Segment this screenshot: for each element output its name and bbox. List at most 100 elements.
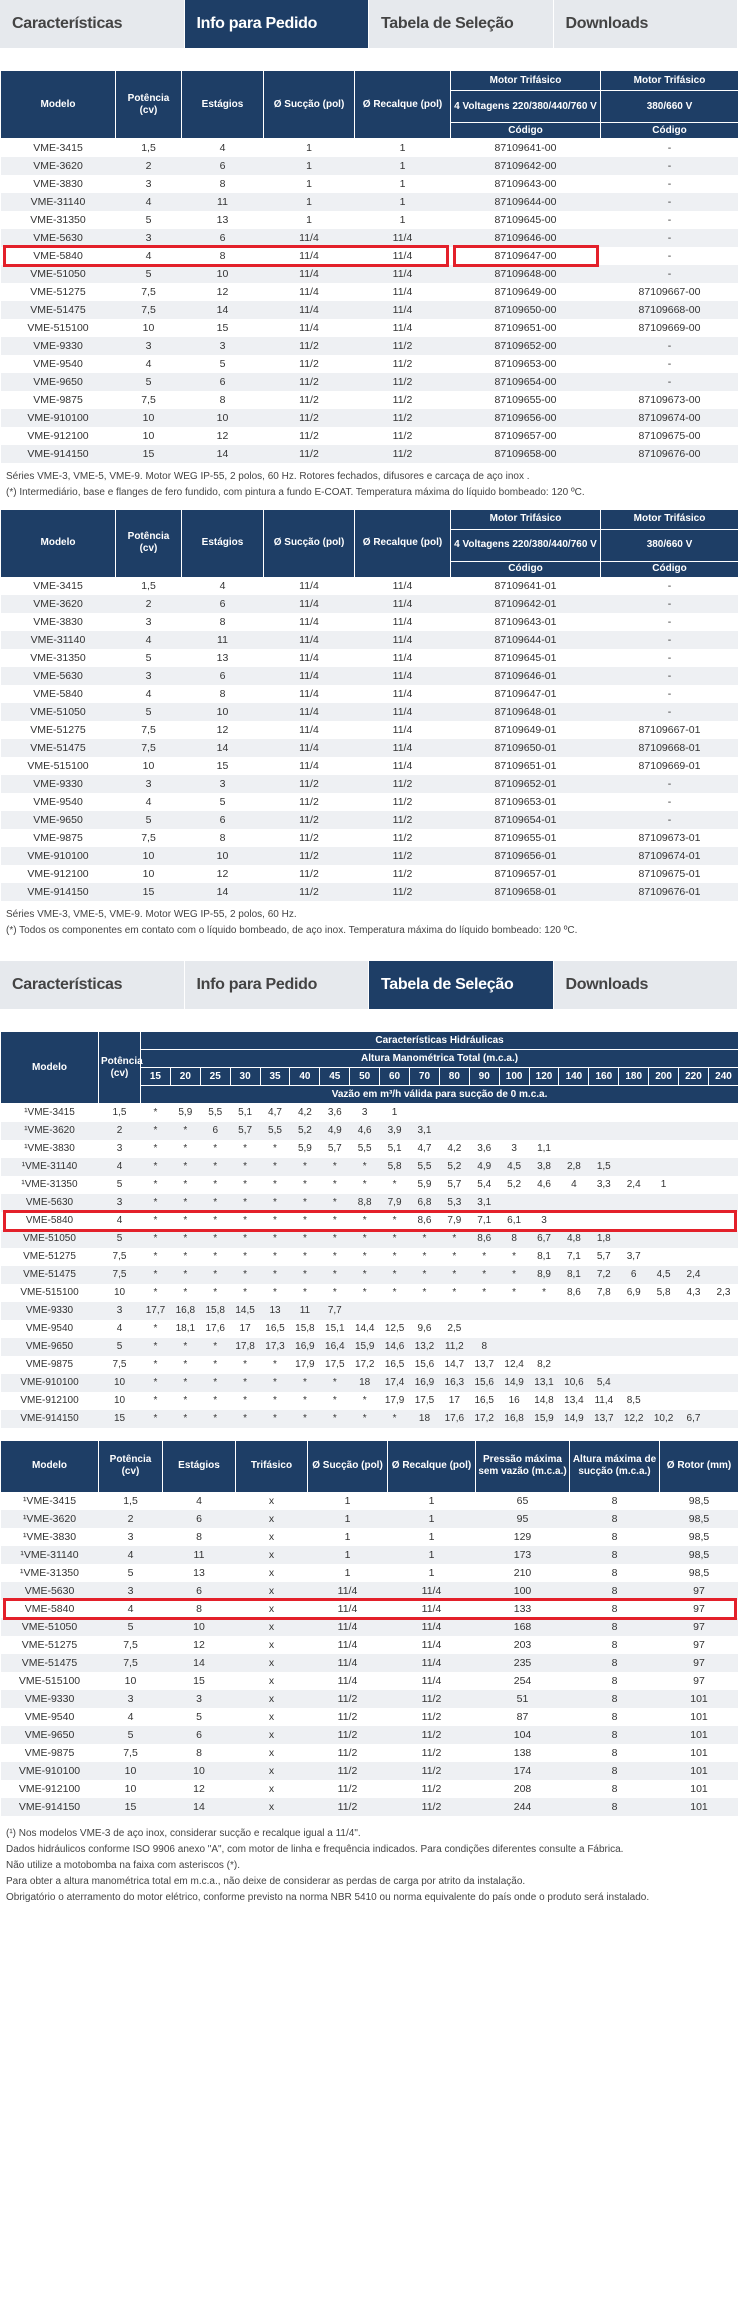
- table-row: VME-914150 15 14 x 11/2 11/2 244 8 101: [0, 1798, 738, 1816]
- table-cell: 11/4: [354, 721, 451, 739]
- table-cell: -: [600, 649, 738, 667]
- table-cell: [618, 1139, 649, 1158]
- table-cell: 1,5: [98, 1103, 141, 1122]
- table-row: ¹VME-31140 4 * * * * * * * * 5,8 5,5 5,2 4,9 4,5 3,8 2,8…: [0, 1157, 738, 1176]
- table-cell: *: [319, 1391, 350, 1410]
- table-cell: 11/2: [387, 1780, 476, 1798]
- table-cell: 11: [289, 1301, 320, 1320]
- table-row: VME-9330 3 17,7 16,8 15,8 14,5 13 11 7,7: [0, 1301, 738, 1320]
- table-cell: 3: [162, 1690, 236, 1708]
- table-cell: VME-9650: [0, 372, 116, 391]
- table-cell: 17,3: [260, 1337, 290, 1356]
- table-cell: VME-31350: [0, 649, 116, 667]
- table-cell: [678, 1337, 709, 1356]
- table-cell: *: [140, 1103, 171, 1122]
- table-cell: 11/4: [263, 282, 355, 301]
- table-cell: x: [235, 1654, 308, 1672]
- table-cell: 14,6: [379, 1337, 410, 1356]
- tab-caracteristicas[interactable]: Características: [0, 0, 184, 48]
- table-cell: [469, 1103, 500, 1122]
- table-cell: 11/4: [263, 757, 355, 775]
- table-cell: x: [235, 1492, 308, 1510]
- table-cell: 10: [115, 426, 182, 445]
- table-cell: 87109667-01: [600, 721, 738, 739]
- table-row: VME-9650 5 6 x 11/2 11/2 104 8 101: [0, 1726, 738, 1744]
- table-cell: -: [600, 336, 738, 355]
- table-cell: *: [230, 1409, 261, 1428]
- table-cell: *: [200, 1373, 231, 1392]
- table-cell: 15,8: [289, 1319, 320, 1338]
- table-cell: -: [600, 174, 738, 193]
- table-cell: *: [349, 1265, 380, 1284]
- table-cell: 3: [349, 1103, 380, 1122]
- table-cell: VME-9875: [0, 829, 116, 847]
- table-cell: 16,5: [260, 1319, 290, 1338]
- table-cell: VME-31350: [0, 210, 116, 229]
- col-altura-value: 100: [498, 1067, 530, 1086]
- table-cell: [499, 1301, 530, 1320]
- tab-info-pedido[interactable]: Info para Pedido: [184, 961, 368, 1009]
- spec-table: Modelo Potência (cv) Estágios Trifásico …: [0, 1439, 738, 1816]
- table-cell: *: [200, 1409, 231, 1428]
- table-cell: 15: [115, 444, 182, 463]
- tab-tabela-selecao[interactable]: Tabela de Seleção: [369, 961, 553, 1009]
- col-altura-value: 40: [289, 1067, 321, 1086]
- table-cell: 87109675-01: [600, 865, 738, 883]
- tab-tabela-selecao[interactable]: Tabela de Seleção: [369, 0, 553, 48]
- table-cell: 17,6: [439, 1409, 470, 1428]
- table-cell: 13: [162, 1564, 236, 1582]
- table-cell: 7,8: [588, 1283, 619, 1302]
- table-cell: VME-914150: [0, 444, 116, 463]
- table-cell: *: [499, 1265, 530, 1284]
- table-cell: 10,2: [648, 1409, 679, 1428]
- table-cell: *: [289, 1157, 320, 1176]
- table-cell: [648, 1337, 679, 1356]
- table-cell: 4: [115, 354, 182, 373]
- col-motor-4v-sub: 4 Voltagens 220/380/440/760 V: [450, 90, 601, 123]
- table-cell: [558, 1103, 589, 1122]
- table-cell: 11/4: [307, 1654, 388, 1672]
- table-cell: *: [349, 1247, 380, 1266]
- table-cell: 12,2: [618, 1409, 649, 1428]
- col-estagios: Estágios: [181, 70, 264, 139]
- table-cell: 14: [162, 1654, 236, 1672]
- table-row: VME-9330 3 3 11/2 11/2 87109652-01-: [0, 775, 738, 793]
- col-motor-4v-sub: 4 Voltagens 220/380/440/760 V: [450, 528, 601, 562]
- tab-downloads[interactable]: Downloads: [553, 961, 737, 1009]
- table-cell: 14: [181, 739, 264, 757]
- table-cell: 87109653-00: [450, 354, 601, 373]
- table-cell: 87109652-01: [450, 775, 601, 793]
- table-cell: *: [260, 1283, 290, 1302]
- table-cell: VME-9875: [0, 390, 116, 409]
- table-cell: *: [289, 1409, 320, 1428]
- table-cell: 1,5: [115, 138, 182, 157]
- table-cell: 11/4: [354, 703, 451, 721]
- table-cell: *: [260, 1175, 290, 1194]
- table-row: VME-3620 2 6 11/4 11/4 87109642-01-: [0, 595, 738, 613]
- table-cell: x: [235, 1708, 308, 1726]
- table-cell: *: [230, 1283, 261, 1302]
- table-cell: -: [600, 577, 738, 595]
- table-cell: VME-912100: [0, 1780, 99, 1798]
- table-cell: *: [319, 1265, 350, 1284]
- table-row: VME-914150 15 * * * * * * * * * 18 17,6 17,2 16,8 15,9 1…: [0, 1409, 738, 1428]
- table-cell: 10: [115, 408, 182, 427]
- table-cell: 14,4: [349, 1319, 380, 1338]
- table-cell: [469, 1301, 500, 1320]
- table-cell: VME-910100: [0, 408, 116, 427]
- tab-downloads[interactable]: Downloads: [553, 0, 737, 48]
- table-cell: 3: [115, 613, 182, 631]
- table-cell: *: [439, 1283, 470, 1302]
- table-cell: 10: [98, 1283, 141, 1302]
- table-cell: 5: [162, 1708, 236, 1726]
- table-cell: [678, 1157, 709, 1176]
- table-cell: 8: [569, 1762, 660, 1780]
- table-row: VME-5840 4 8 11/4 11/4 87109647-01-: [0, 685, 738, 703]
- table-cell: VME-910100: [0, 1762, 99, 1780]
- table-cell: 87109649-00: [450, 282, 601, 301]
- tab-info-pedido[interactable]: Info para Pedido: [184, 0, 368, 48]
- tab-caracteristicas[interactable]: Características: [0, 961, 184, 1009]
- table-cell: 5: [98, 1564, 163, 1582]
- table-cell: 11,2: [439, 1337, 470, 1356]
- table-cell: [648, 1247, 679, 1266]
